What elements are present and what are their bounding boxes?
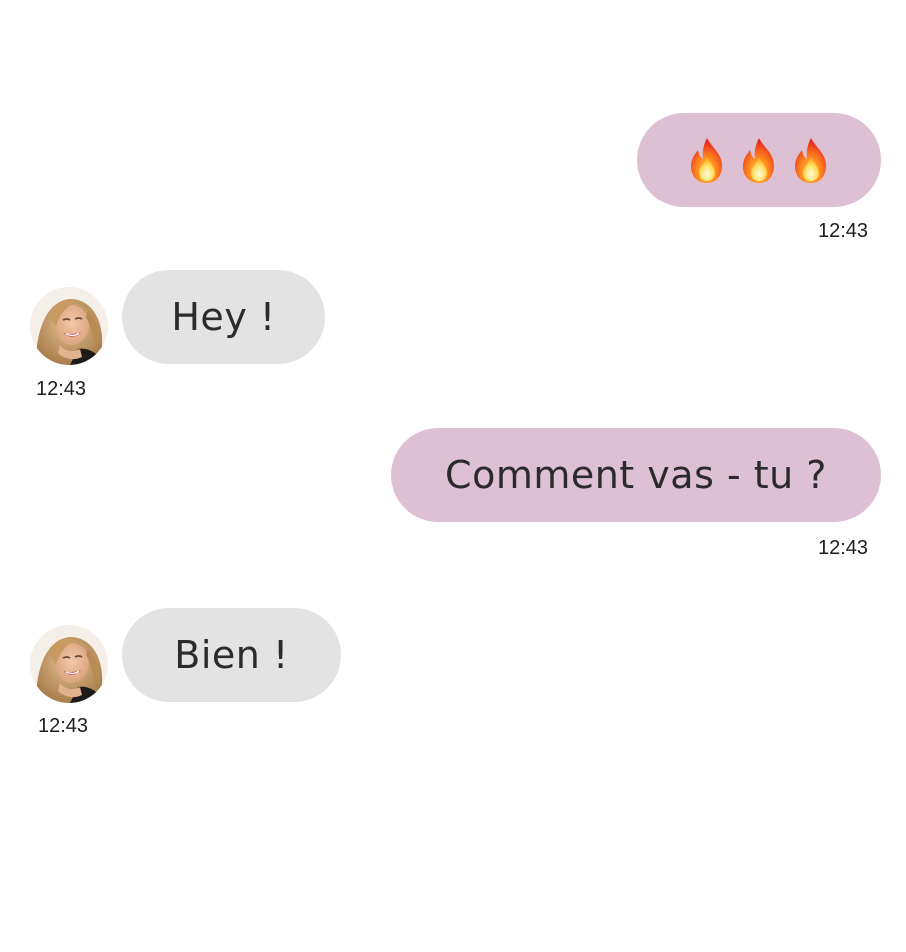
received-message-bubble[interactable]: Bien !	[122, 608, 341, 702]
contact-photo	[30, 625, 108, 703]
fire-icon	[691, 138, 722, 183]
contact-avatar[interactable]	[30, 287, 108, 365]
message-timestamp: 12:43	[38, 715, 89, 737]
message-emoji-group	[688, 136, 830, 184]
received-message-bubble[interactable]: Hey !	[122, 270, 325, 364]
message-text: Comment vas - tu ?	[445, 453, 827, 497]
sent-message-bubble[interactable]	[637, 113, 881, 207]
message-text: Hey !	[171, 295, 276, 339]
contact-avatar[interactable]	[30, 625, 108, 703]
fire-icon	[795, 138, 826, 183]
sent-message-bubble[interactable]: Comment vas - tu ?	[391, 428, 881, 522]
message-timestamp: 12:43	[36, 378, 87, 400]
message-text: Bien !	[174, 633, 289, 677]
message-timestamp: 12:43	[818, 537, 869, 559]
contact-photo	[30, 287, 108, 365]
fire-icon	[743, 138, 774, 183]
message-timestamp: 12:43	[818, 220, 869, 242]
